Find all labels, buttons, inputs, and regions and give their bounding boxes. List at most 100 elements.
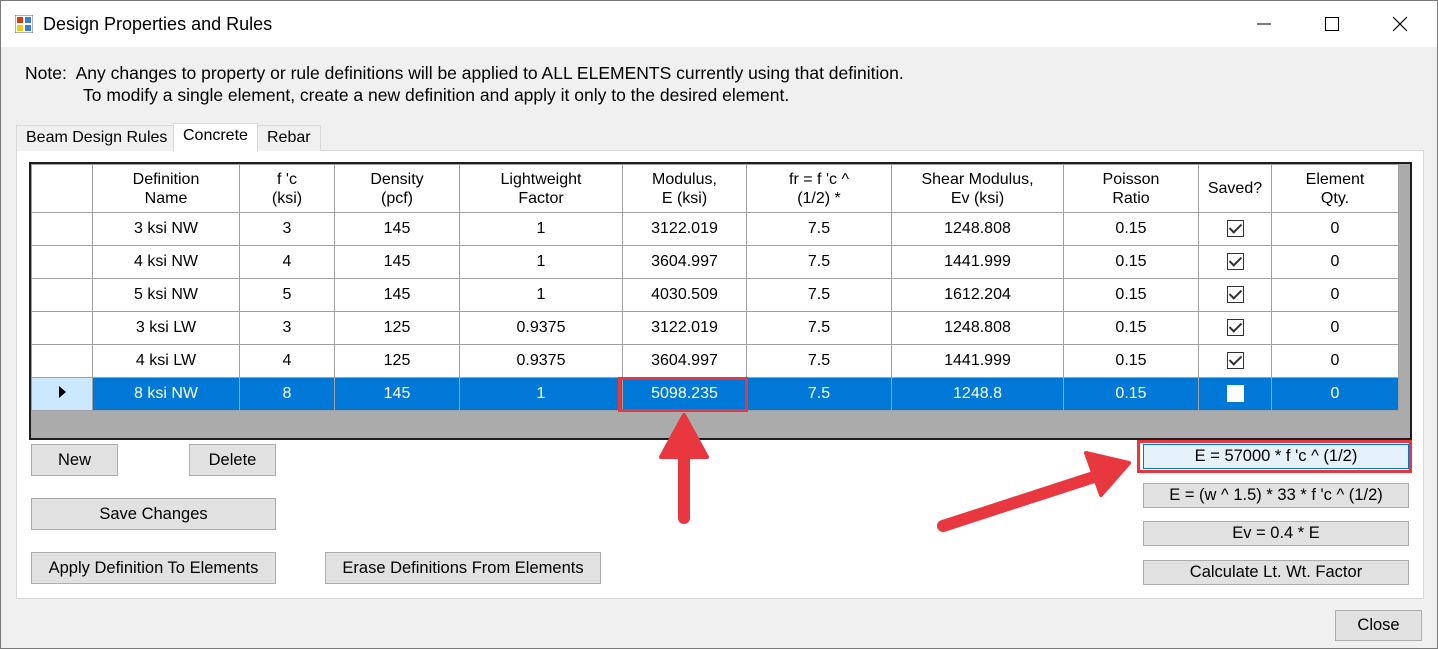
erase-definitions-button[interactable]: Erase Definitions From Elements [325,552,601,584]
column-header-poisson-ratio[interactable]: Poisson Ratio [1063,164,1199,213]
saved-checkbox[interactable] [1226,385,1244,403]
tab-rebar[interactable]: Rebar [257,125,321,151]
cell-poisson-ratio[interactable]: 0.15 [1063,278,1199,312]
cell-saved[interactable] [1198,245,1272,279]
cell-fr[interactable]: 7.5 [746,311,892,345]
save-changes-button[interactable]: Save Changes [31,498,276,530]
cell-shear-modulus[interactable]: 1248.8 [891,377,1064,411]
cell-fr[interactable]: 7.5 [746,377,892,411]
close-window-button[interactable] [1377,1,1423,47]
cell-lightweight-factor[interactable]: 1 [459,245,623,279]
cell-modulus[interactable]: 3604.997 [622,344,747,378]
cell-shear-modulus[interactable]: 1441.999 [891,245,1064,279]
cell-fc[interactable]: 3 [239,212,335,246]
cell-element-qty[interactable]: 0 [1271,278,1399,312]
cell-shear-modulus[interactable]: 1248.808 [891,212,1064,246]
cell-element-qty[interactable]: 0 [1271,245,1399,279]
cell-lightweight-factor[interactable]: 0.9375 [459,344,623,378]
cell-density[interactable]: 145 [334,278,460,312]
cell-element-qty[interactable]: 0 [1271,377,1399,411]
cell-fr[interactable]: 7.5 [746,245,892,279]
cell-lightweight-factor[interactable]: 1 [459,212,623,246]
table-row[interactable]: 3 ksi LW 3 125 0.9375 3122.019 7.5 1248.808 0.1… [31,311,1399,345]
apply-definition-button[interactable]: Apply Definition To Elements [31,552,276,584]
table-row[interactable]: 5 ksi NW 5 145 1 4030.509 7.5 1612.204 0.15 0 [31,278,1399,312]
cell-poisson-ratio[interactable]: 0.15 [1063,311,1199,345]
row-header[interactable] [31,245,93,279]
saved-checkbox[interactable] [1226,352,1244,370]
cell-modulus[interactable]: 3122.019 [622,212,747,246]
column-header-fc[interactable]: f 'c (ksi) [239,164,335,213]
cell-fc[interactable]: 4 [239,344,335,378]
maximize-button[interactable] [1309,1,1355,47]
cell-lightweight-factor[interactable]: 1 [459,278,623,312]
cell-fc[interactable]: 3 [239,311,335,345]
cell-poisson-ratio[interactable]: 0.15 [1063,344,1199,378]
cell-fr[interactable]: 7.5 [746,212,892,246]
column-header-fr[interactable]: fr = f 'c ^ (1/2) * [746,164,892,213]
cell-shear-modulus[interactable]: 1248.808 [891,311,1064,345]
cell-definition-name[interactable]: 5 ksi NW [92,278,240,312]
cell-element-qty[interactable]: 0 [1271,344,1399,378]
cell-fc[interactable]: 5 [239,278,335,312]
row-header[interactable] [31,311,93,345]
cell-element-qty[interactable]: 0 [1271,311,1399,345]
cell-saved[interactable] [1198,212,1272,246]
calculate-lw-factor-button[interactable]: Calculate Lt. Wt. Factor [1143,560,1409,585]
cell-saved[interactable] [1198,344,1272,378]
cell-element-qty[interactable]: 0 [1271,212,1399,246]
cell-definition-name[interactable]: 3 ksi NW [92,212,240,246]
table-row[interactable]: 4 ksi LW 4 125 0.9375 3604.997 7.5 1441.999 0.1… [31,344,1399,378]
column-header-lightweight-factor[interactable]: Lightweight Factor [459,164,623,213]
saved-checkbox[interactable] [1226,253,1244,271]
column-header-density[interactable]: Density (pcf) [334,164,460,213]
minimize-button[interactable] [1241,1,1287,47]
tab-concrete[interactable]: Concrete [173,123,258,152]
cell-density[interactable]: 125 [334,344,460,378]
cell-definition-name[interactable]: 4 ksi LW [92,344,240,378]
column-header-element-qty[interactable]: Element Qty. [1271,164,1399,213]
cell-modulus[interactable]: 4030.509 [622,278,747,312]
cell-poisson-ratio[interactable]: 0.15 [1063,377,1199,411]
delete-button[interactable]: Delete [189,444,276,476]
cell-definition-name[interactable]: 3 ksi LW [92,311,240,345]
cell-saved[interactable] [1198,311,1272,345]
cell-density[interactable]: 145 [334,212,460,246]
cell-shear-modulus[interactable]: 1441.999 [891,344,1064,378]
cell-fr[interactable]: 7.5 [746,344,892,378]
cell-modulus[interactable]: 3604.997 [622,245,747,279]
cell-poisson-ratio[interactable]: 0.15 [1063,245,1199,279]
cell-lightweight-factor[interactable]: 0.9375 [459,311,623,345]
cell-poisson-ratio[interactable]: 0.15 [1063,212,1199,246]
cell-modulus[interactable]: 3122.019 [622,311,747,345]
cell-definition-name[interactable]: 4 ksi NW [92,245,240,279]
new-button[interactable]: New [31,444,118,476]
tab-beam-design-rules[interactable]: Beam Design Rules [16,125,178,151]
cell-saved[interactable] [1198,278,1272,312]
table-row[interactable]: 4 ksi NW 4 145 1 3604.997 7.5 1441.999 0.15 0 [31,245,1399,279]
cell-lightweight-factor[interactable]: 1 [459,377,623,411]
cell-fc[interactable]: 8 [239,377,335,411]
cell-density[interactable]: 145 [334,245,460,279]
saved-checkbox[interactable] [1226,319,1244,337]
column-header-definition-name[interactable]: Definition Name [92,164,240,213]
formula-e-weight-button[interactable]: E = (w ^ 1.5) * 33 * f 'c ^ (1/2) [1143,483,1409,508]
column-header-modulus[interactable]: Modulus, E (ksi) [622,164,747,213]
row-header[interactable] [31,278,93,312]
row-header[interactable] [31,377,93,411]
formula-ev-button[interactable]: Ev = 0.4 * E [1143,521,1409,546]
row-header[interactable] [31,212,93,246]
row-header[interactable] [31,344,93,378]
cell-saved[interactable] [1198,377,1272,411]
cell-density[interactable]: 145 [334,377,460,411]
cell-density[interactable]: 125 [334,311,460,345]
cell-definition-name[interactable]: 8 ksi NW [92,377,240,411]
saved-checkbox[interactable] [1226,220,1244,238]
cell-fr[interactable]: 7.5 [746,278,892,312]
column-header-shear-modulus[interactable]: Shear Modulus, Ev (ksi) [891,164,1064,213]
cell-fc[interactable]: 4 [239,245,335,279]
cell-shear-modulus[interactable]: 1612.204 [891,278,1064,312]
column-header-saved[interactable]: Saved? [1198,164,1272,213]
close-button[interactable]: Close [1335,610,1422,641]
table-row[interactable]: 3 ksi NW 3 145 1 3122.019 7.5 1248.808 0.15 0 [31,212,1399,246]
